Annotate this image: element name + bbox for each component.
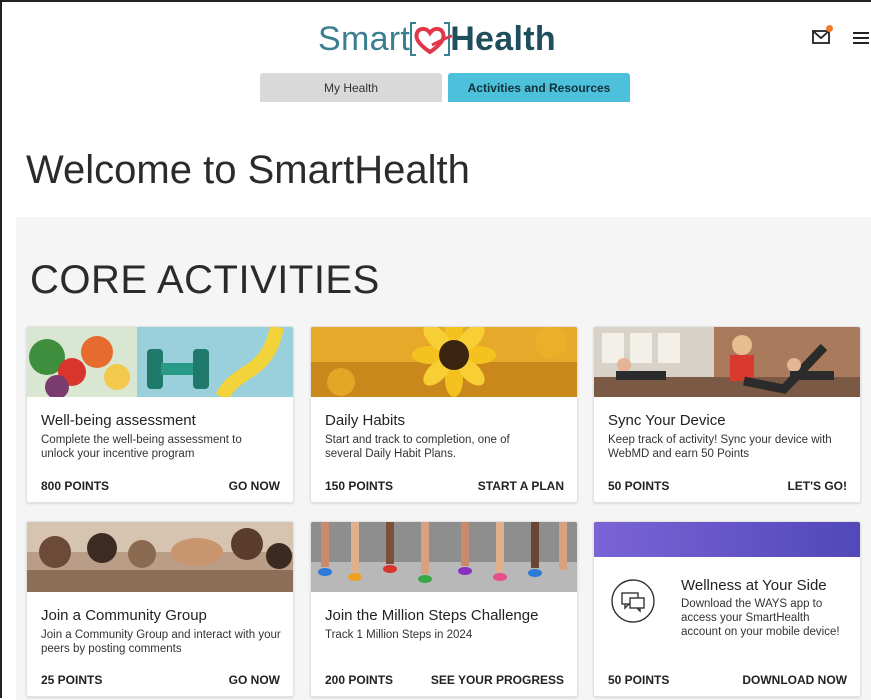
runners-image — [311, 522, 577, 592]
card-title: Join the Million Steps Challenge — [325, 607, 539, 624]
chat-bubbles-icon — [611, 579, 655, 623]
logo-health-text: Health — [450, 19, 556, 58]
card-points: 50 POINTS — [608, 673, 670, 687]
card-title: Daily Habits — [325, 412, 406, 429]
card-title: Wellness at Your Side — [681, 577, 827, 594]
card-title: Well-being assessment — [41, 412, 196, 429]
card-points: 50 POINTS — [608, 479, 670, 493]
card-title: Join a Community Group — [41, 607, 207, 624]
card-cta-link[interactable]: GO NOW — [229, 479, 280, 493]
activity-card-wellbeing[interactable]: Well-being assessment Complete the well-… — [26, 326, 294, 503]
tab-activities-and-resources[interactable]: Activities and Resources — [448, 73, 630, 102]
smarthealth-logo[interactable]: Smart Health — [318, 16, 556, 62]
section-title: CORE ACTIVITIES — [30, 258, 380, 302]
card-description: Join a Community Group and interact with… — [41, 629, 281, 655]
card-cta-link[interactable]: DOWNLOAD NOW — [742, 673, 847, 687]
card-points: 150 POINTS — [325, 479, 394, 493]
group-hands-image — [27, 522, 293, 592]
tab-my-health[interactable]: My Health — [260, 73, 442, 102]
card-description: Keep track of activity! Sync your device… — [608, 434, 832, 460]
card-cta-link[interactable]: SEE YOUR PROGRESS — [431, 673, 564, 687]
card-banner — [594, 522, 860, 557]
food-weights-image — [27, 327, 293, 397]
activity-card-wellness-app[interactable]: Wellness at Your Side Download the WAYS … — [593, 521, 861, 697]
card-description: Complete the well-being assessment to un… — [41, 434, 242, 460]
card-points: 200 POINTS — [325, 673, 394, 687]
card-description: Track 1 Million Steps in 2024 — [325, 629, 473, 641]
notification-badge-icon — [826, 25, 833, 32]
activity-card-million-steps[interactable]: Join the Million Steps Challenge Track 1… — [310, 521, 578, 697]
heart-logo-icon — [408, 19, 453, 59]
card-description: Start and track to completion, one of se… — [325, 434, 510, 460]
site-header: Smart Health My Health Activities and Re… — [2, 2, 871, 112]
card-cta-link[interactable]: LET'S GO! — [787, 479, 847, 493]
activity-card-community-group[interactable]: Join a Community Group Join a Community … — [26, 521, 294, 697]
card-cta-link[interactable]: START A PLAN — [478, 479, 564, 493]
card-title: Sync Your Device — [608, 412, 726, 429]
page-title: Welcome to SmartHealth — [26, 148, 470, 192]
activity-card-daily-habits[interactable]: Daily Habits Start and track to completi… — [310, 326, 578, 503]
card-description: Download the WAYS app to access your Sma… — [681, 598, 840, 638]
page-frame: Smart Health My Health Activities and Re… — [0, 0, 871, 700]
fitness-class-image — [594, 327, 860, 397]
sunflower-image — [311, 327, 577, 397]
card-points: 800 POINTS — [41, 479, 110, 493]
logo-smart-text: Smart — [318, 19, 411, 58]
main-tabs: My Health Activities and Resources — [260, 73, 630, 102]
activity-card-sync-device[interactable]: Sync Your Device Keep track of activity!… — [593, 326, 861, 503]
card-points: 25 POINTS — [41, 673, 103, 687]
card-cta-link[interactable]: GO NOW — [229, 673, 280, 687]
mail-icon[interactable] — [812, 30, 830, 44]
hamburger-menu-icon[interactable] — [853, 32, 869, 44]
